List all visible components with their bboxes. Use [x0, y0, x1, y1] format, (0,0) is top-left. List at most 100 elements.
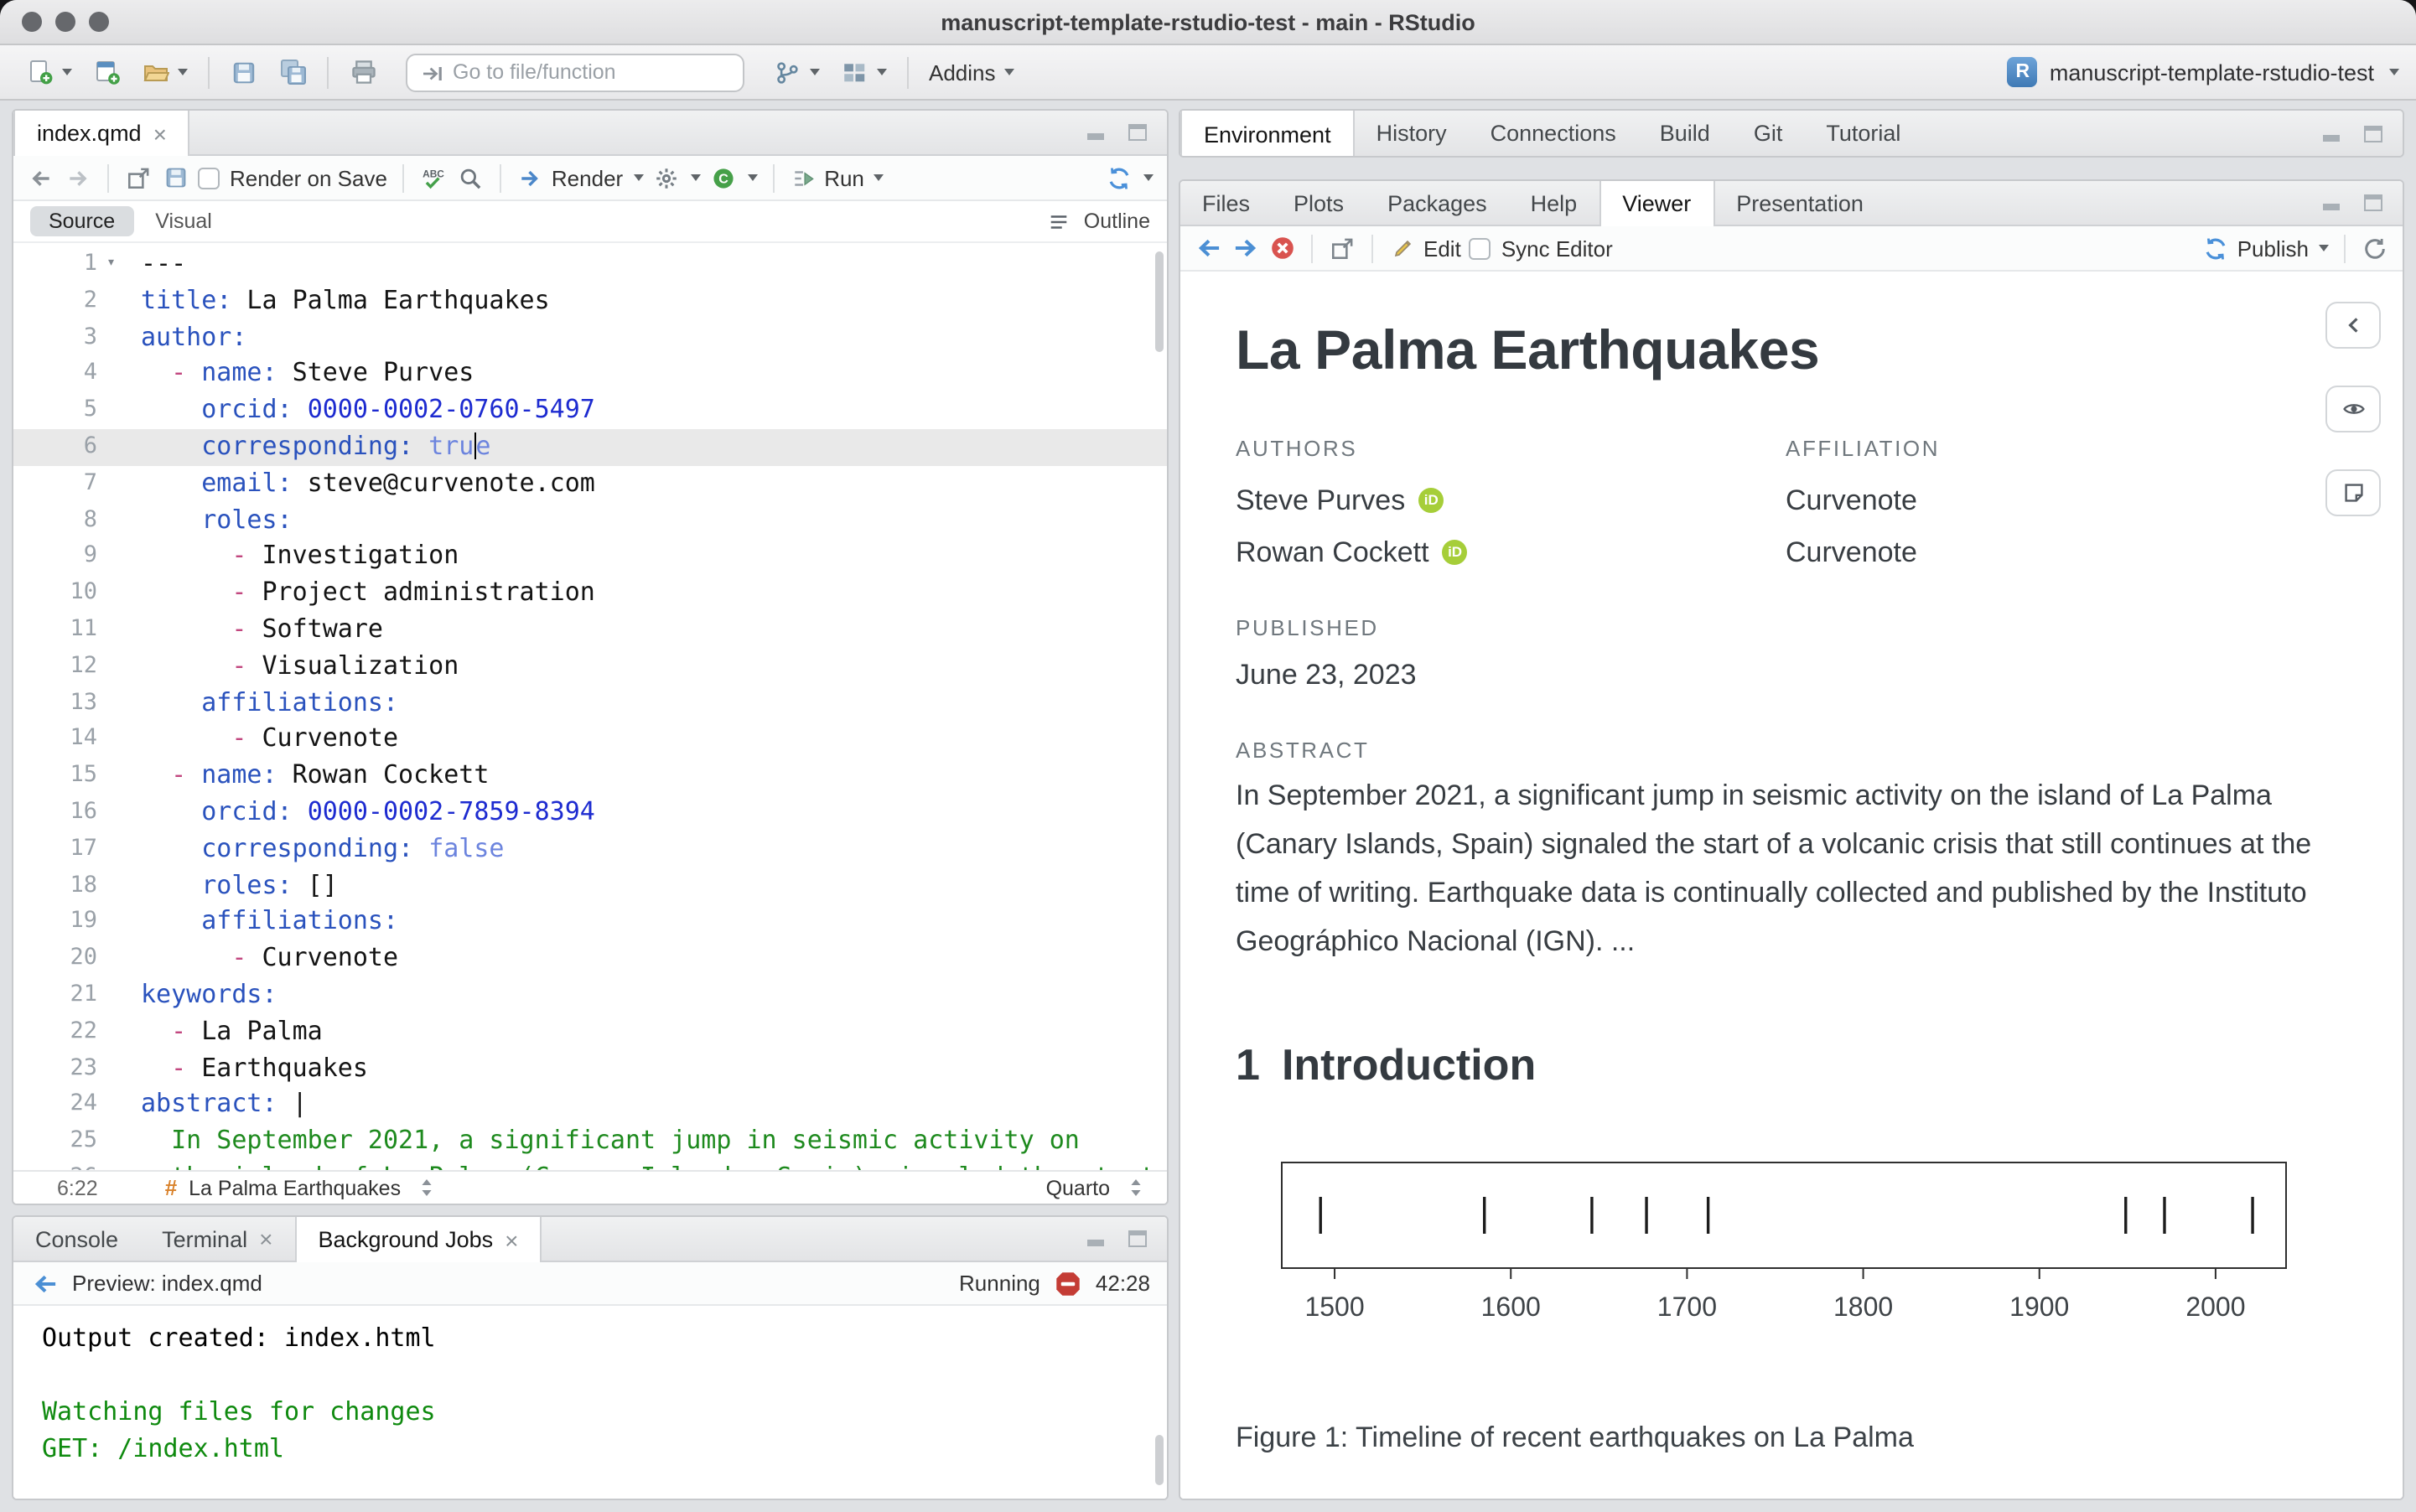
tab-background-jobs[interactable]: Background Jobs ×: [294, 1217, 542, 1262]
zoom-window-button[interactable]: [89, 12, 109, 32]
code-line[interactable]: 13 affiliations:: [13, 685, 1167, 722]
render-on-save-checkbox[interactable]: Render on Save: [198, 165, 387, 190]
outline-button[interactable]: Outline: [1045, 207, 1150, 236]
minimize-pane-icon[interactable]: [1081, 1225, 1110, 1253]
back-icon[interactable]: [27, 163, 55, 192]
visual-mode-button[interactable]: Visual: [137, 206, 231, 236]
minimize-pane-icon[interactable]: [1081, 118, 1110, 147]
editor-scrollbar[interactable]: [1155, 251, 1164, 352]
source-publish-button[interactable]: [1105, 163, 1154, 192]
code-area[interactable]: 1 ▾ --- 2 title: La Palma Earthquakes 3 author…: [13, 243, 1167, 1170]
code-line[interactable]: 3 author:: [13, 319, 1167, 356]
code-line[interactable]: 22 - La Palma: [13, 1013, 1167, 1050]
clear-icon[interactable]: [1268, 234, 1296, 262]
notes-button[interactable]: [2325, 469, 2381, 516]
viewer-forward-icon[interactable]: [1231, 234, 1259, 262]
tab-terminal[interactable]: Terminal ×: [140, 1217, 294, 1261]
maximize-pane-icon[interactable]: [2359, 189, 2387, 217]
spellcheck-icon[interactable]: ABC: [419, 163, 448, 192]
tab-plots[interactable]: Plots: [1272, 181, 1366, 225]
code-line[interactable]: 5 orcid: 0000-0002-0760-5497: [13, 392, 1167, 429]
tab-files[interactable]: Files: [1180, 181, 1272, 225]
new-project-button[interactable]: [84, 49, 129, 95]
code-line[interactable]: 26 the island of La Palma (Canary Island…: [13, 1160, 1167, 1170]
tab-connections[interactable]: Connections: [1469, 111, 1638, 156]
reader-view-button[interactable]: [2325, 386, 2381, 432]
code-line[interactable]: 2 title: La Palma Earthquakes: [13, 283, 1167, 320]
collapse-panel-button[interactable]: [2325, 302, 2381, 349]
tab-history[interactable]: History: [1355, 111, 1469, 156]
code-line[interactable]: 19 affiliations:: [13, 904, 1167, 941]
console-output[interactable]: Output created: index.html Watching file…: [13, 1306, 1167, 1499]
code-line[interactable]: 18 roles: []: [13, 867, 1167, 904]
code-line[interactable]: 8 roles:: [13, 502, 1167, 539]
code-line[interactable]: 12 - Visualization: [13, 649, 1167, 686]
stop-icon[interactable]: [1054, 1269, 1082, 1297]
forward-icon[interactable]: [64, 163, 92, 192]
tab-presentation[interactable]: Presentation: [1714, 181, 1885, 225]
search-icon[interactable]: [456, 163, 485, 192]
code-line[interactable]: 24 abstract: |: [13, 1087, 1167, 1124]
code-line[interactable]: 1 ▾ ---: [13, 246, 1167, 283]
mode-selector[interactable]: Quarto: [1046, 1173, 1150, 1202]
popup-icon[interactable]: [1328, 234, 1356, 262]
code-line[interactable]: 21 keywords:: [13, 977, 1167, 1014]
console-scrollbar[interactable]: [1155, 1435, 1164, 1485]
source-mode-button[interactable]: Source: [30, 206, 134, 236]
tab-console[interactable]: Console: [13, 1217, 140, 1261]
orcid-icon[interactable]: iD: [1418, 488, 1444, 513]
new-file-button[interactable]: [17, 49, 80, 95]
code-line[interactable]: 11 - Software: [13, 612, 1167, 649]
code-line[interactable]: 9 - Investigation: [13, 539, 1167, 576]
code-line[interactable]: 4 - name: Steve Purves: [13, 356, 1167, 393]
render-button[interactable]: Render: [516, 163, 644, 192]
code-line[interactable]: 16 orcid: 0000-0002-7859-8394: [13, 795, 1167, 831]
minimize-pane-icon[interactable]: [2317, 119, 2346, 148]
maximize-pane-icon[interactable]: [2359, 119, 2387, 148]
code-line[interactable]: 25 In September 2021, a significant jump…: [13, 1123, 1167, 1160]
code-line[interactable]: 6 corresponding: tru e: [13, 428, 1167, 466]
fold-arrow-icon[interactable]: ▾: [106, 246, 116, 283]
code-line[interactable]: 15 - name: Rowan Cockett: [13, 758, 1167, 795]
edit-button[interactable]: Edit: [1388, 234, 1461, 262]
print-button[interactable]: [340, 49, 386, 95]
open-file-button[interactable]: [132, 49, 196, 95]
run-button[interactable]: Run: [789, 163, 884, 192]
addins-button[interactable]: Addins: [920, 49, 1023, 95]
tab-environment[interactable]: Environment: [1180, 111, 1355, 156]
viewer-back-icon[interactable]: [1194, 234, 1222, 262]
settings-button[interactable]: [651, 163, 701, 192]
tab-index-qmd[interactable]: index.qmd ×: [13, 111, 190, 156]
close-tab-icon[interactable]: ×: [505, 1226, 518, 1253]
tab-git[interactable]: Git: [1732, 111, 1805, 156]
minimize-window-button[interactable]: [55, 12, 75, 32]
orcid-icon[interactable]: iD: [1442, 540, 1468, 565]
refresh-icon[interactable]: [2361, 234, 2389, 262]
sync-editor-checkbox[interactable]: Sync Editor: [1469, 236, 1613, 261]
panes-layout-button[interactable]: [832, 49, 895, 95]
back-icon[interactable]: [30, 1269, 59, 1297]
close-tab-icon[interactable]: ×: [259, 1225, 272, 1252]
maximize-pane-icon[interactable]: [1123, 118, 1152, 147]
version-control-button[interactable]: [765, 49, 828, 95]
tab-build[interactable]: Build: [1638, 111, 1732, 156]
code-line[interactable]: 23 - Earthquakes: [13, 1050, 1167, 1087]
section-selector[interactable]: # La Palma Earthquakes: [165, 1173, 441, 1202]
code-line[interactable]: 7 email: steve@curvenote.com: [13, 466, 1167, 503]
save-all-button[interactable]: [270, 49, 315, 95]
close-tab-icon[interactable]: ×: [153, 120, 167, 147]
close-window-button[interactable]: [22, 12, 42, 32]
viewer-content[interactable]: La Palma Earthquakes AUTHORS AFFILIATION…: [1180, 272, 2403, 1499]
project-selector[interactable]: R manuscript-template-rstudio-test: [2007, 57, 2399, 87]
tab-help[interactable]: Help: [1509, 181, 1599, 225]
save-button[interactable]: [221, 49, 267, 95]
goto-file-input[interactable]: [406, 53, 744, 91]
code-line[interactable]: 20 - Curvenote: [13, 940, 1167, 977]
code-line[interactable]: 14 - Curvenote: [13, 722, 1167, 759]
popup-icon[interactable]: [124, 163, 153, 192]
tab-tutorial[interactable]: Tutorial: [1804, 111, 1922, 156]
save-icon[interactable]: [161, 163, 189, 192]
code-line[interactable]: 17 corresponding: false: [13, 831, 1167, 868]
tab-packages[interactable]: Packages: [1366, 181, 1509, 225]
tab-viewer[interactable]: Viewer: [1599, 181, 1715, 226]
